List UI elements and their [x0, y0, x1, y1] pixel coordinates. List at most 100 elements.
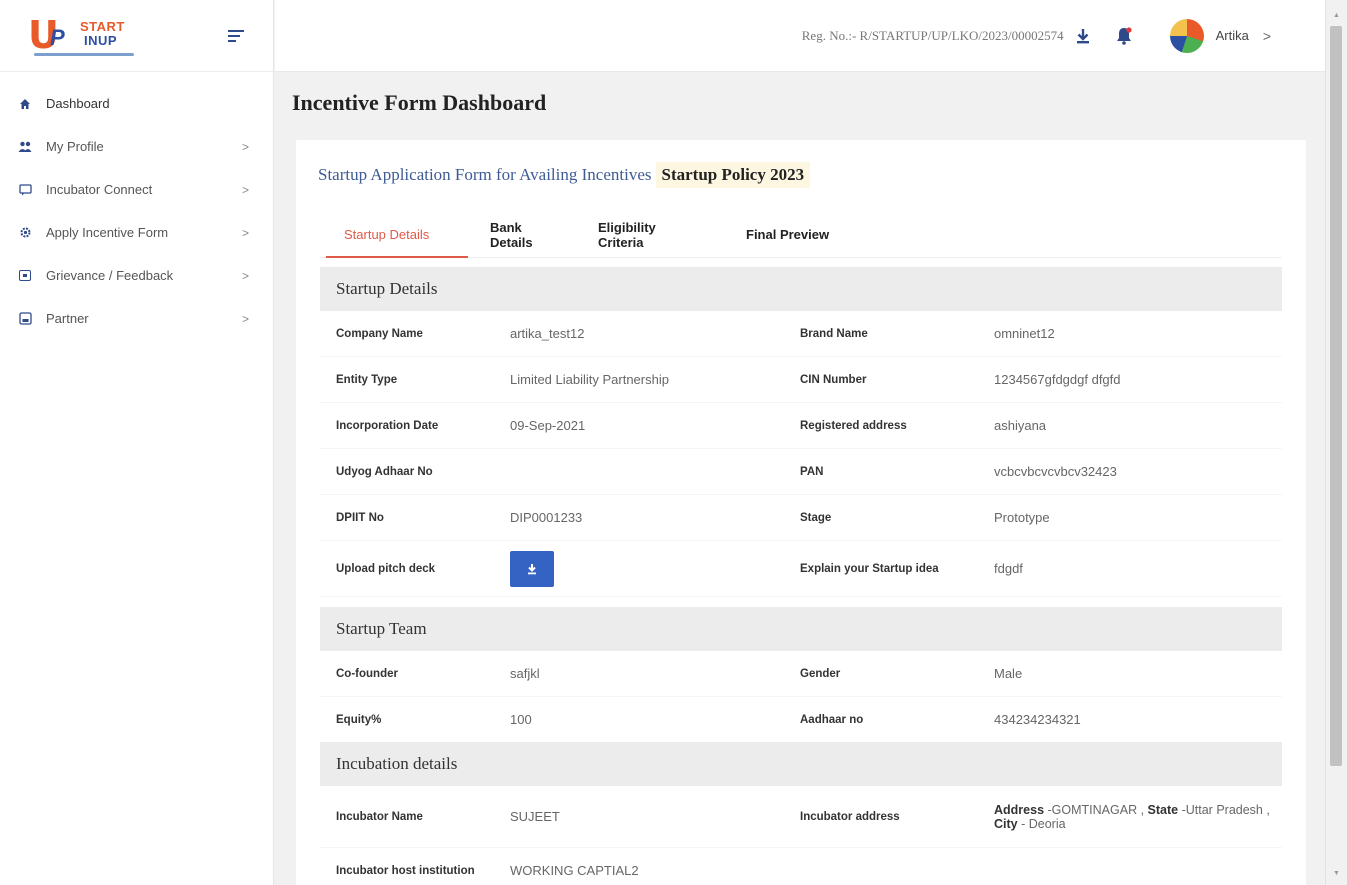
form-title-text: Startup Application Form for Availing In… [318, 165, 652, 184]
sidebar-item-label: Apply Incentive Form [46, 225, 169, 240]
sidebar-item-incubator-connect[interactable]: Incubator Connect > [0, 168, 273, 211]
field-value [510, 550, 800, 587]
field-value: 09-Sep-2021 [510, 418, 586, 433]
registration-number: Reg. No.:- R/STARTUP/UP/LKO/2023/0000257… [801, 27, 1064, 43]
table-row: Entity Type Limited Liability Partnershi… [320, 357, 1282, 403]
download-icon [528, 563, 536, 574]
user-avatar[interactable] [1169, 18, 1204, 53]
sidebar-item-label: Grievance / Feedback [46, 268, 174, 283]
table-row: Incubator host institution WORKING CAPTI… [320, 848, 1282, 885]
field-value: 100 [510, 712, 532, 727]
section-heading: Startup Team [320, 607, 1282, 651]
sidebar-item-partner[interactable]: Partner > [0, 297, 273, 340]
notification-bell-icon[interactable] [1114, 26, 1134, 46]
field-label: Incorporation Date [336, 419, 439, 432]
field-label: Company Name [336, 327, 423, 340]
section-startup-details: Startup Details Company Name artika_test… [320, 267, 1282, 597]
field-value: fdgdf [994, 561, 1023, 576]
download-icon[interactable] [1074, 27, 1092, 45]
state-key: State [1147, 802, 1179, 817]
field-label: Brand Name [800, 327, 868, 340]
chevron-right-icon[interactable]: > [1263, 28, 1271, 44]
tab-eligibility-criteria[interactable]: Eligibility Criteria [578, 212, 724, 257]
page-scrollbar[interactable]: ▲ ▼ [1325, 0, 1347, 885]
field-label: DPIIT No [336, 511, 384, 524]
scrollbar-thumb[interactable] [1330, 26, 1342, 766]
table-row: Equity% 100 Aadhaar no 434234234321 [320, 697, 1282, 743]
address-value: -GOMTINAGAR , [1047, 802, 1145, 817]
field-label: Incubator host institution [336, 864, 475, 877]
form-title: Startup Application Form for Availing In… [318, 160, 811, 190]
users-icon [18, 140, 32, 154]
form-card: Startup Application Form for Availing In… [296, 140, 1306, 885]
logo-p: P [50, 24, 65, 50]
sidebar-item-my-profile[interactable]: My Profile > [0, 125, 273, 168]
table-row: Upload pitch deck Explain your Startup i… [320, 541, 1282, 597]
section-incubation-details: Incubation details Incubator Name SUJEET… [320, 742, 1282, 885]
table-row: Incubator Name SUJEET Incubator address … [320, 786, 1282, 848]
incubator-address-value: Address -GOMTINAGAR , State -Uttar Prade… [994, 803, 1282, 831]
address-key: Address [994, 802, 1045, 817]
gear-icon [18, 226, 32, 240]
sidebar-item-dashboard[interactable]: Dashboard [0, 82, 273, 125]
field-label: Udyog Adhaar No [336, 465, 433, 478]
field-label: Upload pitch deck [336, 562, 436, 575]
partner-icon [18, 312, 32, 326]
brand-bar: U P START INUP [0, 0, 273, 72]
page-title: Incentive Form Dashboard [292, 90, 547, 115]
sidebar-item-label: Dashboard [46, 96, 110, 111]
field-value: omninet12 [994, 326, 1055, 341]
sidebar: U P START INUP Dashboard My Profile > In… [0, 0, 274, 885]
sidebar-item-label: My Profile [46, 139, 104, 154]
tab-startup-details[interactable]: Startup Details [320, 212, 468, 258]
sidebar-item-label: Incubator Connect [46, 182, 153, 197]
field-label: Incubator address [800, 810, 900, 823]
logo-inup: INUP [84, 32, 118, 48]
chevron-right-icon: > [241, 139, 249, 154]
sidebar-item-apply-incentive-form[interactable]: Apply Incentive Form > [0, 211, 273, 254]
startinup-logo[interactable]: U P START INUP [28, 11, 138, 61]
field-label: Gender [800, 667, 841, 680]
feedback-icon [18, 269, 32, 283]
city-key: City [994, 816, 1018, 831]
logo-tagline [34, 52, 134, 56]
sidebar-item-label: Partner [46, 311, 89, 326]
section-heading: Startup Details [320, 267, 1282, 311]
field-value: DIP0001233 [510, 510, 583, 525]
app: U P START INUP Dashboard My Profile > In… [0, 0, 1347, 885]
scroll-up-icon[interactable]: ▲ [1333, 12, 1340, 19]
field-value: Prototype [994, 510, 1050, 525]
field-value: 1234567gfdgdgf dfgfd [994, 372, 1121, 387]
logo-start: START [80, 18, 125, 34]
download-pitch-deck-button[interactable] [510, 550, 554, 587]
menu-toggle-icon[interactable] [228, 30, 244, 44]
field-label: Equity% [336, 713, 382, 726]
field-label: Stage [800, 511, 832, 524]
table-row: Incorporation Date 09-Sep-2021 Registere… [320, 403, 1282, 449]
table-row: Company Name artika_test12 Brand Name om… [320, 311, 1282, 357]
section-heading: Incubation details [320, 742, 1282, 786]
field-label: Explain your Startup idea [800, 562, 939, 575]
field-value: artika_test12 [510, 326, 585, 341]
form-tabs: Startup Details Bank Details Eligibility… [320, 212, 1282, 258]
field-label: CIN Number [800, 373, 867, 386]
scroll-down-icon[interactable]: ▼ [1333, 870, 1340, 877]
user-name[interactable]: Artika [1216, 28, 1249, 43]
state-value: -Uttar Pradesh , [1181, 802, 1270, 817]
field-value: Limited Liability Partnership [510, 372, 669, 387]
policy-badge: Startup Policy 2023 [655, 162, 811, 188]
field-label: PAN [800, 465, 824, 478]
table-row: Udyog Adhaar No PAN vcbcvbcvcvbcv32423 [320, 449, 1282, 495]
field-value: Male [994, 666, 1023, 681]
table-row: Co-founder safjkl Gender Male [320, 651, 1282, 697]
field-label: Aadhaar no [800, 713, 864, 726]
tab-final-preview[interactable]: Final Preview [724, 212, 851, 257]
tab-bank-details[interactable]: Bank Details [468, 212, 578, 257]
chevron-right-icon: > [241, 182, 249, 197]
field-value: WORKING CAPTIAL2 [510, 863, 639, 878]
field-value: SUJEET [510, 809, 560, 824]
sidebar-item-grievance-feedback[interactable]: Grievance / Feedback > [0, 254, 273, 297]
sidebar-nav: Dashboard My Profile > Incubator Connect… [0, 72, 273, 340]
field-label: Registered address [800, 419, 907, 432]
home-icon [18, 97, 32, 111]
